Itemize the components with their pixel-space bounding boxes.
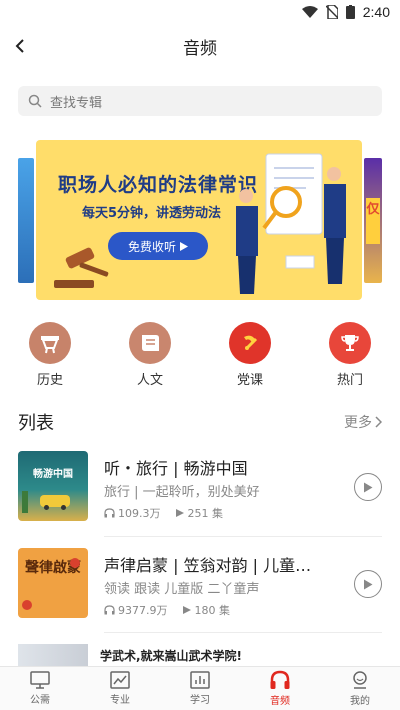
play-count: 9377.9万	[118, 604, 168, 617]
profile-icon	[353, 671, 367, 689]
chevron-right-icon	[375, 416, 382, 428]
bottom-tab-bar: 公需 专业 学习 音频 我的	[0, 666, 400, 710]
list-item[interactable]: 聲律啟蒙 声律启蒙 | 笠翁对韵 | 儿童… 领读 跟读 儿童版 二丫童声 93…	[18, 548, 382, 618]
section-title: 列表	[18, 413, 54, 434]
category-row: 历史 人文 党课 热门	[0, 322, 400, 388]
chart-icon	[110, 671, 130, 689]
tab-public[interactable]: 公需	[0, 667, 80, 710]
play-icon	[364, 579, 373, 589]
next-banner-text: 仅	[366, 198, 380, 244]
item-meta: 109.3万 251 集	[104, 505, 223, 521]
headphones-small-icon	[104, 508, 115, 518]
status-bar: 2:40	[0, 0, 400, 24]
tab-label: 专业	[110, 695, 130, 706]
list-section-header: 列表 更多	[18, 410, 382, 434]
ad-image	[18, 644, 88, 666]
play-button[interactable]	[354, 570, 382, 598]
more-label: 更多	[344, 415, 372, 431]
category-party[interactable]: 党课	[220, 322, 280, 388]
tab-label: 学习	[190, 695, 210, 706]
category-history[interactable]: 历史	[20, 322, 80, 388]
headphones-small-icon	[104, 605, 115, 615]
tab-label: 我的	[350, 696, 370, 707]
ad-text: 学武术,就来嵩山武术学院!	[100, 649, 243, 663]
search-input[interactable]: 查找专辑	[18, 86, 382, 116]
prev-banner-peek[interactable]	[18, 158, 34, 283]
wifi-icon	[301, 6, 318, 18]
free-listen-label: 免费收听	[127, 239, 176, 254]
gavel-illustration	[54, 247, 109, 288]
lawyers-illustration	[236, 153, 346, 294]
album-cover: 聲律啟蒙	[18, 548, 88, 618]
item-desc: 领读 跟读 儿童版 二丫童声	[104, 582, 260, 597]
status-time: 2:40	[362, 4, 390, 20]
headphones-icon	[270, 670, 290, 689]
item-meta: 9377.9万 180 集	[104, 602, 230, 618]
no-sim-icon	[325, 5, 338, 19]
divider	[104, 536, 382, 537]
item-title: 声律启蒙 | 笠翁对韵 | 儿童…	[104, 556, 312, 575]
header: 音频	[0, 24, 400, 68]
party-icon	[229, 322, 271, 364]
trophy-icon	[329, 322, 371, 364]
play-button[interactable]	[354, 473, 382, 501]
category-label: 热门	[336, 373, 363, 388]
category-label: 历史	[36, 373, 63, 388]
search-placeholder: 查找专辑	[50, 95, 103, 111]
category-culture[interactable]: 人文	[120, 322, 180, 388]
episode-count: 180 集	[194, 604, 231, 617]
category-hot[interactable]: 热门	[320, 322, 380, 388]
culture-icon	[129, 322, 171, 364]
battery-icon	[345, 5, 355, 19]
category-label: 人文	[136, 373, 163, 388]
banner-subtitle: 每天5分钟，讲透劳动法	[82, 206, 222, 221]
episodes-icon	[182, 606, 191, 614]
ad-banner[interactable]: 学武术,就来嵩山武术学院!	[18, 644, 382, 666]
banner-carousel[interactable]: 职场人必知的法律常识 每天5分钟，讲透劳动法 免费收听 仅	[0, 140, 400, 300]
album-cover: 畅游中国	[18, 451, 88, 521]
cover-title: 畅游中国	[33, 469, 73, 480]
list-item[interactable]: 畅游中国 听・旅行 | 畅游中国 旅行 | 一起聆听，别处美好 109.3万 2…	[18, 451, 382, 521]
tab-audio[interactable]: 音频	[240, 667, 320, 710]
category-label: 党课	[236, 373, 263, 388]
tab-study[interactable]: 学习	[160, 667, 240, 710]
chevron-left-icon	[15, 39, 24, 53]
main-banner[interactable]: 职场人必知的法律常识 每天5分钟，讲透劳动法 免费收听	[36, 140, 362, 300]
play-count: 109.3万	[118, 507, 161, 520]
search-icon	[28, 94, 42, 108]
more-link[interactable]: 更多	[344, 412, 382, 432]
episode-count: 251 集	[187, 507, 224, 520]
tab-profile[interactable]: 我的	[320, 667, 400, 710]
play-triangle-icon	[180, 241, 188, 251]
bar-chart-icon	[190, 671, 210, 689]
tab-label: 音频	[270, 696, 290, 707]
item-desc: 旅行 | 一起聆听，别处美好	[104, 485, 260, 500]
next-banner-peek[interactable]: 仅	[364, 158, 382, 283]
back-button[interactable]	[6, 32, 34, 60]
play-icon	[364, 482, 373, 492]
tab-professional[interactable]: 专业	[80, 667, 160, 710]
history-icon	[29, 322, 71, 364]
free-listen-button[interactable]: 免费收听	[108, 232, 208, 260]
page-title: 音频	[183, 38, 217, 59]
divider	[104, 632, 382, 633]
tab-label: 公需	[30, 695, 50, 706]
monitor-icon	[30, 671, 50, 689]
item-title: 听・旅行 | 畅游中国	[104, 459, 248, 478]
episodes-icon	[175, 509, 184, 517]
